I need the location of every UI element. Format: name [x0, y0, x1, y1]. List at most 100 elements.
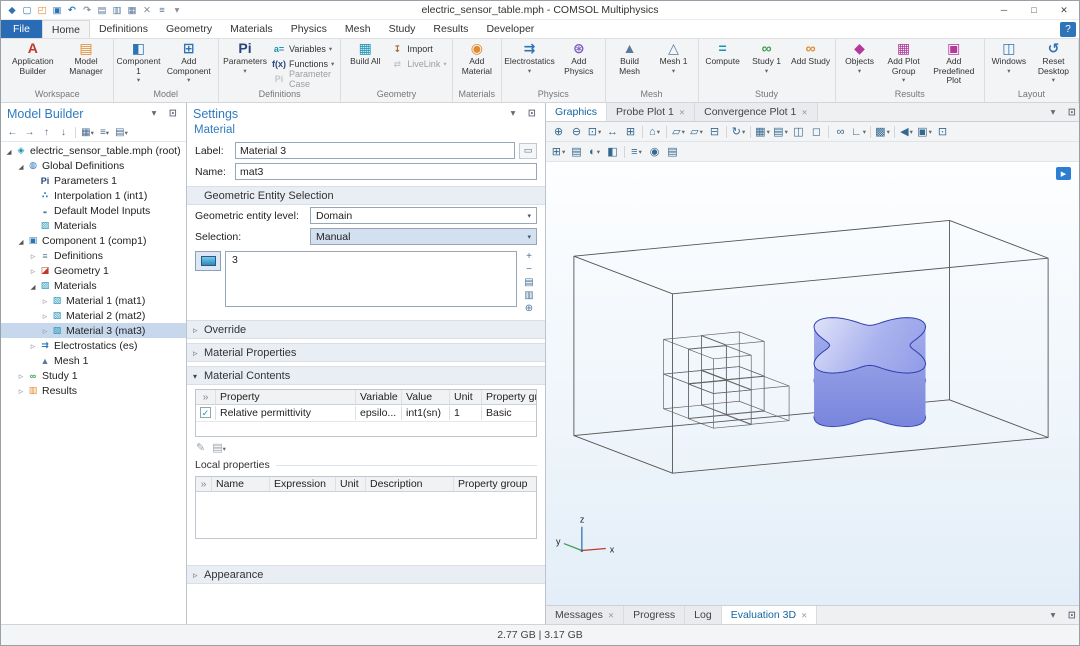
collapse-icon[interactable]: ≡ ▾: [97, 125, 112, 140]
section-material-properties[interactable]: Material Properties: [187, 343, 545, 362]
selection-list[interactable]: 3: [225, 251, 517, 307]
copy-icon[interactable]: ▤: [95, 3, 109, 18]
tab-evaluation-3d[interactable]: Evaluation 3D ✕: [721, 606, 818, 624]
tree-item-component-1[interactable]: ▣ Component 1 (comp1): [1, 233, 186, 248]
save-icon[interactable]: ▣: [50, 3, 64, 18]
variables-button[interactable]: a= Variables ▾: [269, 42, 338, 56]
tree-expander-icon[interactable]: [28, 340, 38, 352]
tree-item-results[interactable]: ▥ Results: [1, 383, 186, 398]
selection-list-icon[interactable]: ▤: [568, 144, 585, 160]
tree-item-materials-global[interactable]: ▨ Materials: [1, 218, 186, 233]
print-icon[interactable]: ▤: [664, 144, 681, 160]
column-header[interactable]: »: [196, 477, 212, 491]
column-header[interactable]: »: [196, 390, 216, 404]
float-panel-icon[interactable]: ⊡: [166, 106, 180, 121]
column-header[interactable]: Unit: [450, 390, 482, 404]
edit-property-icon[interactable]: ✎: [196, 441, 205, 454]
color-theme-icon[interactable]: ▩ ▾: [874, 124, 891, 140]
tab-home[interactable]: Home: [41, 20, 90, 38]
windows-button[interactable]: ◫ Windows ▾: [987, 39, 1031, 89]
reset-desktop-button[interactable]: ↺ Reset Desktop ▾: [1031, 39, 1076, 89]
clear-selection-icon[interactable]: ◻: [808, 124, 825, 140]
close-icon[interactable]: ✕: [801, 108, 807, 117]
tree-item-default-model-inputs[interactable]: ◒ Default Model Inputs: [1, 203, 186, 218]
go-to-default-view-icon[interactable]: ⌂ ▾: [646, 124, 663, 140]
tree-item-material-1[interactable]: ▧ Material 1 (mat1): [1, 293, 186, 308]
media-button[interactable]: ▶: [1056, 167, 1071, 180]
tree-expander-icon[interactable]: [16, 160, 26, 172]
panel-menu-icon[interactable]: ▾: [1046, 105, 1060, 120]
tree-item-material-2[interactable]: ▧ Material 2 (mat2): [1, 308, 186, 323]
delete-icon[interactable]: ✕: [140, 3, 154, 18]
app-icon[interactable]: ◆: [5, 3, 19, 18]
paste-selection-icon[interactable]: ▥: [524, 290, 533, 301]
column-header[interactable]: Expression: [270, 477, 336, 491]
show-icon[interactable]: ▦ ▾: [80, 125, 95, 140]
orthographic-icon[interactable]: ⊟: [706, 124, 723, 140]
float-panel-icon[interactable]: ⊡: [1065, 608, 1079, 623]
qat-menu-icon[interactable]: ▾: [170, 3, 184, 18]
maximize-button[interactable]: □: [1019, 1, 1049, 19]
minimize-button[interactable]: ─: [989, 1, 1019, 19]
tab-probe-plot-1[interactable]: Probe Plot 1 ✕: [607, 103, 696, 121]
add-plot-group-button[interactable]: ▦ Add Plot Group ▾: [882, 39, 926, 89]
zoom-out-icon[interactable]: ⊖: [568, 124, 585, 140]
compute-button[interactable]: = Compute: [701, 39, 745, 89]
tab-developer[interactable]: Developer: [477, 20, 543, 38]
tree-expander-icon[interactable]: [40, 325, 50, 337]
tab-materials[interactable]: Materials: [221, 20, 282, 38]
active-selection-toggle[interactable]: [195, 251, 221, 271]
section-override[interactable]: Override: [187, 320, 545, 339]
tree-expander-icon[interactable]: [16, 385, 26, 397]
panel-menu-icon[interactable]: ▾: [506, 106, 520, 121]
build-mesh-button[interactable]: ▲ Build Mesh: [608, 39, 652, 89]
build-all-button[interactable]: ▦ Build All: [343, 39, 387, 89]
select-entities-icon[interactable]: ◫: [790, 124, 807, 140]
view-yz-icon[interactable]: ▱ ▾: [688, 124, 705, 140]
geometric-entity-level-select[interactable]: Domain ▾: [310, 207, 537, 224]
import-button[interactable]: ↧ Import: [387, 42, 449, 56]
application-builder-button[interactable]: A Application Builder: [4, 39, 62, 89]
zoom-box-icon[interactable]: ⊡ ▾: [586, 124, 603, 140]
column-header[interactable]: Value: [402, 390, 450, 404]
probe-icon[interactable]: ∞: [832, 124, 849, 140]
close-icon[interactable]: ✕: [801, 611, 807, 620]
table-row[interactable]: ✓ Relative permittivity epsilo... int1(s…: [196, 405, 536, 422]
panel-menu-icon[interactable]: ▾: [147, 106, 161, 121]
tree-expander-icon[interactable]: [4, 145, 14, 157]
column-header[interactable]: Description: [366, 477, 454, 491]
options-icon[interactable]: ≡: [155, 3, 169, 18]
objects-button[interactable]: ◆ Objects ▾: [838, 39, 882, 89]
electrostatics-button[interactable]: ⇉ Electrostatics ▾: [504, 39, 555, 89]
add-physics-button[interactable]: ⊛ Add Physics: [555, 39, 603, 89]
open-file-icon[interactable]: ◰: [35, 3, 49, 18]
tree-item-global-definitions[interactable]: ◍ Global Definitions: [1, 158, 186, 173]
tab-messages[interactable]: Messages ✕: [546, 606, 625, 624]
view-xy-icon[interactable]: ▱ ▾: [670, 124, 687, 140]
tree-item-geometry-1[interactable]: ◪ Geometry 1: [1, 263, 186, 278]
redo-icon[interactable]: ↷: [80, 3, 94, 18]
column-header[interactable]: Property group: [482, 390, 536, 404]
tree-item-material-3[interactable]: ▧ Material 3 (mat3): [1, 323, 186, 338]
pan-icon[interactable]: ↔: [604, 124, 621, 140]
close-icon[interactable]: ✕: [608, 611, 614, 620]
tab-results[interactable]: Results: [424, 20, 477, 38]
tree-item-materials[interactable]: ▨ Materials: [1, 278, 186, 293]
section-appearance[interactable]: Appearance: [187, 565, 545, 584]
graphics-canvas[interactable]: x y z ▶: [546, 162, 1079, 605]
back-icon[interactable]: ←: [5, 125, 20, 140]
undo-icon[interactable]: ↶: [65, 3, 79, 18]
add-material-button[interactable]: ◉ Add Material: [455, 39, 499, 89]
model-manager-button[interactable]: ▤ Model Manager: [62, 39, 111, 89]
tab-graphics[interactable]: Graphics: [546, 103, 608, 121]
name-input[interactable]: [235, 163, 537, 180]
tree-menu-icon[interactable]: ▤ ▾: [114, 125, 129, 140]
selection-select[interactable]: Manual ▾: [310, 228, 537, 245]
parameter-case-button[interactable]: Pi Parameter Case: [269, 69, 338, 89]
tab-progress[interactable]: Progress: [624, 606, 686, 624]
column-header[interactable]: Variable: [356, 390, 402, 404]
capture-icon[interactable]: ▣ ▾: [916, 124, 933, 140]
tree-item-electrostatics[interactable]: ⇉ Electrostatics (es): [1, 338, 186, 353]
tree-expander-icon[interactable]: [28, 280, 38, 292]
lighting-icon[interactable]: ◐ ▾: [586, 144, 603, 160]
